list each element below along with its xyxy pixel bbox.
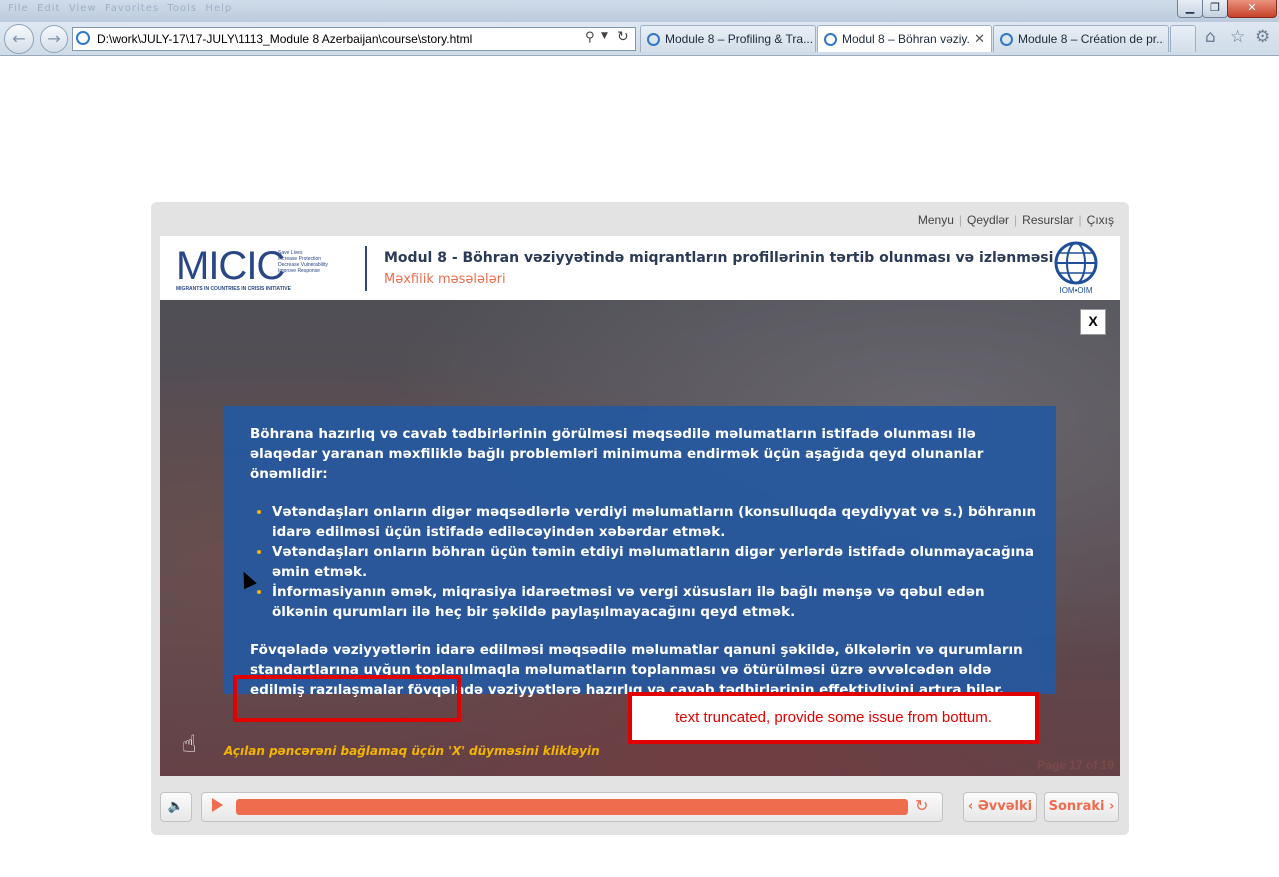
browser-tab[interactable]: Module 8 – Profiling & Tra... bbox=[640, 25, 816, 52]
course-header: MICIC Save Lives Increase Protection Dec… bbox=[160, 236, 1120, 300]
tab-label: Module 8 – Profiling & Tra... bbox=[665, 32, 813, 46]
list-item: Vətəndaşları onların digər məqsədlərlə v… bbox=[272, 502, 1040, 542]
page-counter: Page 17 of 19 bbox=[1037, 758, 1114, 772]
ie-tab-icon bbox=[647, 33, 660, 46]
close-popup-button[interactable]: X bbox=[1080, 309, 1106, 335]
info-popup: Böhrana hazırlıq və cavab tədbirlərinin … bbox=[224, 406, 1056, 698]
header-divider bbox=[365, 246, 367, 291]
list-item: Vətəndaşları onların böhran üçün təmin e… bbox=[272, 542, 1040, 582]
address-text[interactable]: D:\work\JULY-17\17-JULY\1113_Module 8 Az… bbox=[97, 32, 472, 46]
close-tab-icon[interactable]: ✕ bbox=[974, 31, 985, 47]
browser-toolbar: ← → D:\work\JULY-17\17-JULY\1113_Module … bbox=[0, 22, 1279, 56]
play-icon[interactable] bbox=[212, 798, 223, 812]
seek-track[interactable] bbox=[236, 799, 908, 815]
iom-label: IOM•OIM bbox=[1059, 286, 1093, 295]
back-arrow-icon[interactable]: ← bbox=[4, 24, 34, 54]
close-hint: Açılan pəncərəni bağlamaq üçün 'X' düymə… bbox=[224, 744, 600, 758]
home-icon[interactable]: ⌂ bbox=[1205, 27, 1216, 47]
replay-icon[interactable]: ↻ bbox=[915, 796, 928, 815]
module-title: Modul 8 - Böhran vəziyyətində miqrantlar… bbox=[384, 250, 1054, 266]
logo-tagline: Save Lives Increase Protection Decrease … bbox=[278, 250, 328, 274]
highlight-box bbox=[233, 675, 461, 722]
list-item: İnformasiyanın əmək, miqrasiya idarəetmə… bbox=[272, 582, 1040, 622]
menu-bar-ghost: File Edit View Favorites Tools Help bbox=[8, 3, 233, 14]
tab-label: Module 8 – Création de pr... bbox=[1018, 32, 1164, 46]
annotation-note: text truncated, provide some issue from … bbox=[628, 692, 1039, 744]
forward-arrow-icon[interactable]: → bbox=[40, 25, 68, 53]
tab-label: Modul 8 – Böhran vəziy... bbox=[842, 32, 970, 46]
star-icon[interactable]: ☆ bbox=[1230, 27, 1245, 47]
next-button[interactable]: Sonraki › bbox=[1044, 792, 1119, 822]
notes-link[interactable]: Qeydlər bbox=[967, 213, 1009, 227]
exit-link[interactable]: Çıxış bbox=[1087, 213, 1114, 227]
info-text: Böhrana hazırlıq və cavab tədbirlərinin … bbox=[250, 424, 1040, 700]
seek-fill bbox=[236, 799, 908, 815]
maximize-button[interactable]: ❐ bbox=[1202, 0, 1228, 18]
ie-tab-icon bbox=[1000, 33, 1013, 46]
next-label: Sonraki bbox=[1048, 799, 1105, 814]
window-titlebar: File Edit View Favorites Tools Help ▁ ❐ … bbox=[0, 0, 1279, 22]
iom-logo: IOM•OIM bbox=[1048, 241, 1104, 297]
gear-icon[interactable]: ⚙ bbox=[1255, 27, 1270, 47]
browser-tab-active[interactable]: Modul 8 – Böhran vəziy... ✕ bbox=[817, 25, 992, 52]
ie-tab-icon bbox=[824, 33, 837, 46]
address-bar[interactable]: D:\work\JULY-17\17-JULY\1113_Module 8 Az… bbox=[72, 27, 636, 51]
chevron-left-icon: ‹ bbox=[967, 799, 974, 814]
refresh-icon[interactable]: ↻ bbox=[617, 29, 629, 45]
module-subtitle: Məxfilik məsələləri bbox=[384, 272, 506, 287]
logo-text: MICIC bbox=[176, 244, 285, 288]
prev-label: Əvvəlki bbox=[977, 799, 1033, 814]
chevron-down-icon[interactable]: ▼ bbox=[601, 31, 608, 41]
prev-button[interactable]: ‹ Əvvəlki bbox=[963, 792, 1037, 822]
seekbar[interactable]: ↻ bbox=[201, 792, 943, 822]
ie-page-icon bbox=[76, 31, 90, 45]
speaker-icon: 🔈 bbox=[167, 799, 185, 814]
logo-subtitle: MIGRANTS IN COUNTRIES IN CRISIS INITIATI… bbox=[176, 286, 291, 292]
new-tab-button[interactable] bbox=[1170, 25, 1196, 52]
minimize-button[interactable]: ▁ bbox=[1177, 0, 1203, 18]
volume-button[interactable]: 🔈 bbox=[160, 792, 192, 822]
chevron-right-icon: › bbox=[1109, 799, 1115, 814]
close-window-button[interactable]: ✕ bbox=[1227, 0, 1277, 18]
bullet-list: Vətəndaşları onların digər məqsədlərlə v… bbox=[250, 502, 1040, 622]
micic-logo: MICIC Save Lives Increase Protection Dec… bbox=[176, 244, 346, 294]
browser-tab[interactable]: Module 8 – Création de pr... bbox=[993, 25, 1169, 52]
resources-link[interactable]: Resurslar bbox=[1022, 213, 1073, 227]
menu-link[interactable]: Menyu bbox=[918, 213, 954, 227]
top-links: Menyu | Qeydlər | Resurslar | Çıxış bbox=[917, 213, 1114, 227]
intro-paragraph: Böhrana hazırlıq və cavab tədbirlərinin … bbox=[250, 426, 984, 482]
hand-pointer-icon: ☝ bbox=[182, 730, 197, 758]
search-icon[interactable]: ⚲ bbox=[585, 30, 595, 45]
